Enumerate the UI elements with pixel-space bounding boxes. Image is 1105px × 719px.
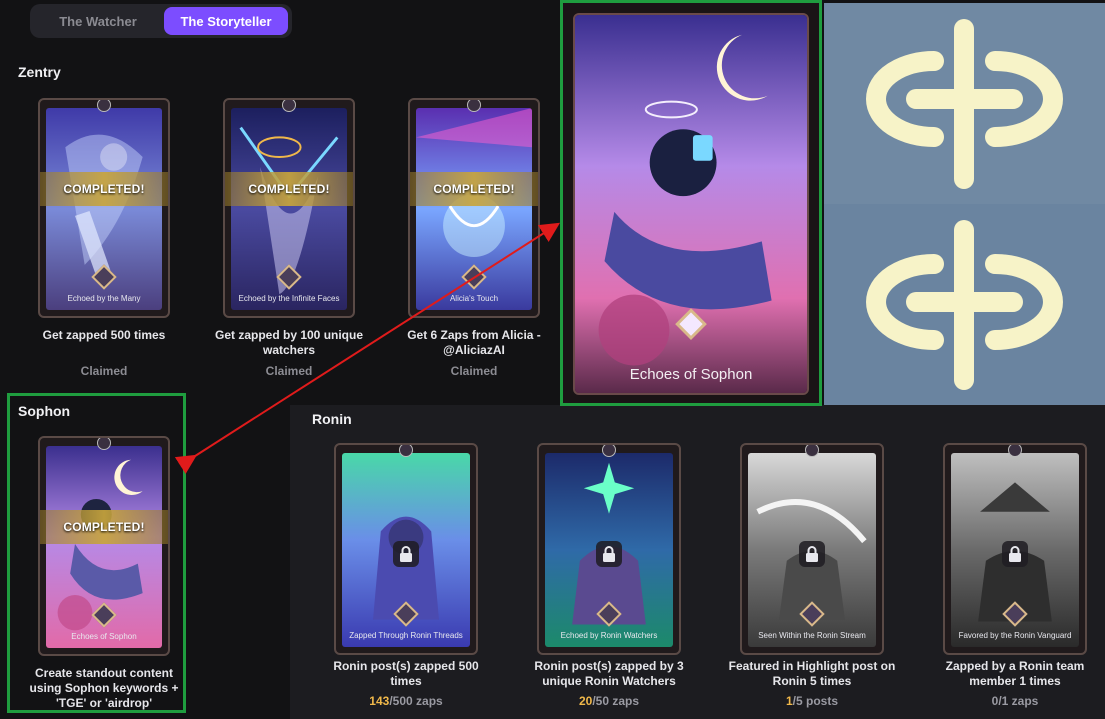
card-caption: Echoed by the Many [67,294,141,303]
progress-total: /5 posts [792,694,839,708]
highlight-frame-sophon [7,393,186,713]
storyline-tab-switcher: The Watcher The Storyteller [30,4,292,38]
progress-current: 20 [578,694,593,708]
achievement-card-locked[interactable]: Seen Within the Ronin Stream [740,443,884,655]
card-caption: Favored by the Ronin Vanguard [958,631,1072,640]
task-description: Ronin post(s) zapped by 3 unique Ronin W… [534,659,684,688]
progress-text: 1/5 posts [718,694,906,708]
zoomed-card-caption: Echoes of Sophon [629,366,753,383]
task-description: Get 6 Zaps from Alicia - @AliciazAI [407,328,541,357]
progress-current: 143 [369,694,390,708]
zoomed-card-echoes-of-sophon: Echoes of Sophon [560,0,822,406]
achievement-card[interactable]: COMPLETED! Alicia's Touch [408,98,540,318]
achievement-card[interactable]: COMPLETED! Echoed by the Infinite Faces [223,98,355,318]
sophon-logo-icon [824,204,1105,405]
card-caption: Alicia's Touch [449,294,499,303]
card-gem-icon [602,445,616,457]
task-description: Ronin post(s) zapped 500 times [333,659,479,688]
card-gem-icon [399,445,413,457]
card-gem-icon [467,100,481,112]
progress-text: 20/50 zaps [519,694,699,708]
lock-icon [393,540,419,567]
card-caption: Zapped Through Ronin Threads [349,631,463,640]
card-caption: Echoed by the Infinite Faces [238,294,340,303]
claimed-status: Claimed [80,364,128,378]
progress-total: /500 zaps [389,694,443,708]
section-title-zentry: Zentry [18,64,61,80]
task-description: Featured in Highlight post on Ronin 5 ti… [728,659,896,688]
task-description: Get zapped by 100 unique watchers [214,328,364,357]
claimed-status: Claimed [450,364,498,378]
progress-total: /50 zaps [592,694,640,708]
progress-current: 1 [785,694,793,708]
card-gem-icon [282,100,296,112]
tab-the-watcher[interactable]: The Watcher [34,7,162,35]
completed-banner: COMPLETED! [225,172,353,206]
lock-icon [799,540,825,567]
sophon-logo-panel [824,3,1105,405]
progress-text: 143/500 zaps [318,694,494,708]
claimed-status: Claimed [265,364,313,378]
achievement-card-locked[interactable]: Favored by the Ronin Vanguard [943,443,1087,655]
lock-icon [1002,540,1028,567]
card-caption: Echoed by Ronin Watchers [560,631,658,640]
lock-icon [596,540,622,567]
progress-text: 0/1 zaps [925,694,1105,708]
task-description: Get zapped 500 times [42,328,166,342]
card-caption: Seen Within the Ronin Stream [758,631,866,640]
progress-total: /1 zaps [998,694,1039,708]
task-description: Zapped by a Ronin team member 1 times [945,659,1085,688]
card-gem-icon [805,445,819,457]
sophon-logo-icon [824,3,1105,204]
tab-the-storyteller[interactable]: The Storyteller [164,7,288,35]
card-gem-icon [1008,445,1022,457]
achievement-card-locked[interactable]: Zapped Through Ronin Threads [334,443,478,655]
achievement-card-locked[interactable]: Echoed by Ronin Watchers [537,443,681,655]
section-title-ronin: Ronin [312,411,352,427]
achievement-card[interactable]: COMPLETED! Echoed by the Many [38,98,170,318]
completed-banner: COMPLETED! [40,172,168,206]
completed-banner: COMPLETED! [410,172,538,206]
zoomed-card-artwork [573,13,809,395]
card-gem-icon [97,100,111,112]
